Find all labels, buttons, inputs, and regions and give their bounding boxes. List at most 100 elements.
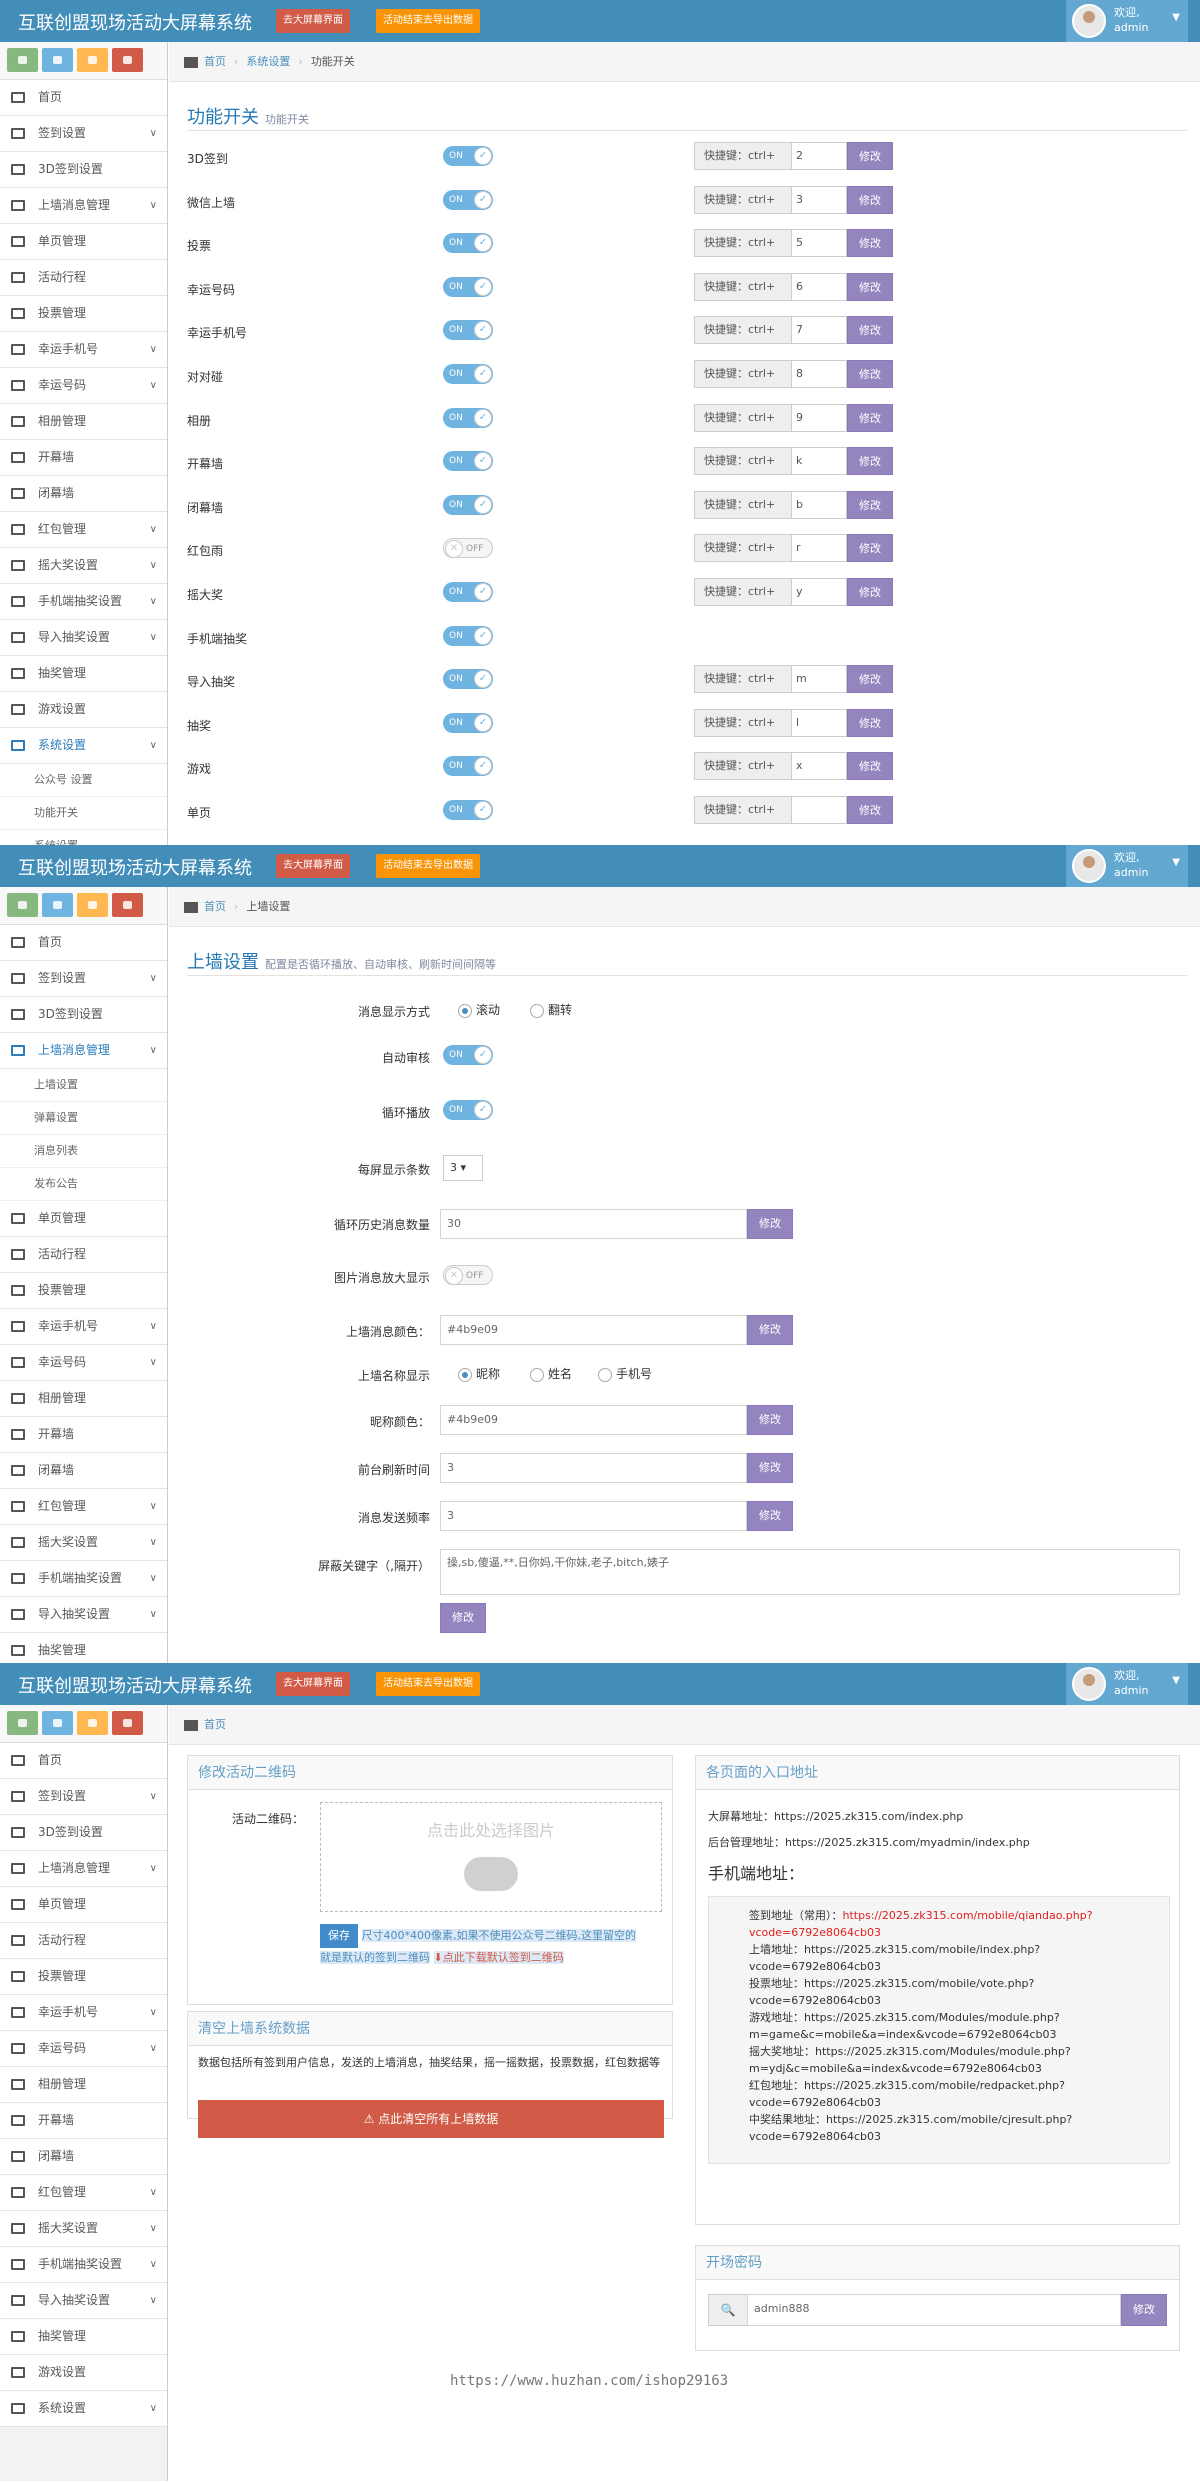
sidebar-item-luckynum[interactable]: 幸运号码 ∨ — [0, 368, 167, 404]
shortcut-input[interactable]: x — [791, 752, 847, 781]
sidebar-item-signin3d[interactable]: 3D签到设置 — [0, 1815, 167, 1851]
switch-toggle[interactable]: ON ✓ — [443, 669, 493, 690]
keywords-textarea[interactable]: 操,sb,傻逼,**,日你妈,干你妹,老子,bitch,婊子 — [440, 1549, 1180, 1595]
sidebar-item-phonelottery[interactable]: 手机端抽奖设置 ∨ — [0, 1561, 167, 1597]
sidebar-item-signin[interactable]: 签到设置 ∨ — [0, 1779, 167, 1815]
sidebar-item-single[interactable]: 单页管理 — [0, 224, 167, 260]
user-menu[interactable]: 欢迎, admin ▼ — [1066, 1663, 1188, 1705]
go-bigscreen-button[interactable]: 去大屏幕界面 — [276, 854, 350, 878]
history-input[interactable]: 30 — [440, 1209, 747, 1239]
users-icon[interactable] — [77, 893, 108, 917]
shortcut-input[interactable] — [791, 796, 847, 824]
shortcut-modify-button[interactable]: 修改 — [847, 360, 893, 388]
switch-toggle[interactable]: ON ✓ — [443, 800, 493, 820]
switch-toggle[interactable]: ON ✓ — [443, 233, 493, 254]
sidebar-item-single[interactable]: 单页管理 — [0, 1887, 167, 1923]
shortcut-input[interactable]: 9 — [791, 403, 847, 432]
name-display-realname[interactable]: 姓名 — [530, 1365, 572, 1382]
sidebar-item-closing[interactable]: 闭幕墙 — [0, 2139, 167, 2175]
cogs-icon[interactable] — [112, 893, 143, 917]
nick-color-input[interactable]: #4b9e09 — [440, 1405, 747, 1435]
user-menu[interactable]: 欢迎, admin ▼ — [1066, 845, 1188, 887]
sidebar-item-system[interactable]: 系统设置 ∨ — [0, 2391, 167, 2427]
shortcut-input[interactable]: 3 — [791, 185, 847, 214]
sidebar-item-opening[interactable]: 开幕墙 — [0, 2103, 167, 2139]
shortcut-input[interactable]: 8 — [791, 360, 847, 388]
sidebar-item-home[interactable]: 首页 — [0, 1743, 167, 1779]
per-screen-select[interactable]: 3 ▾ — [443, 1155, 483, 1181]
switch-toggle[interactable]: ON ✓ — [443, 494, 493, 515]
sidebar-subitem-danmaku[interactable]: 弹幕设置 — [0, 1102, 167, 1135]
sidebar-item-wall[interactable]: 上墙消息管理 ∨ — [0, 1033, 167, 1069]
sidebar-item-game[interactable]: 游戏设置 — [0, 692, 167, 728]
sidebar-item-opening[interactable]: 开幕墙 — [0, 1417, 167, 1453]
sidebar-subitem-messages[interactable]: 消息列表 — [0, 1135, 167, 1168]
sidebar-item-redpacket[interactable]: 红包管理 ∨ — [0, 2175, 167, 2211]
comment-icon[interactable] — [7, 893, 38, 917]
cogs-icon[interactable] — [112, 48, 143, 72]
user-menu[interactable]: 欢迎, admin ▼ — [1066, 0, 1188, 42]
breadcrumb-home[interactable]: 首页 — [204, 55, 226, 68]
sidebar-item-schedule[interactable]: 活动行程 — [0, 260, 167, 296]
switch-toggle[interactable]: ON ✓ — [443, 320, 493, 341]
sidebar-item-shake[interactable]: 摇大奖设置 ∨ — [0, 2211, 167, 2247]
mobile-url[interactable]: https://2025.zk315.com/mobile/index.php? — [804, 1943, 1040, 1956]
sidebar-item-schedule[interactable]: 活动行程 — [0, 1237, 167, 1273]
sidebar-subitem-wall-settings[interactable]: 上墙设置 — [0, 1069, 167, 1102]
sidebar-item-shake[interactable]: 摇大奖设置 ∨ — [0, 548, 167, 584]
shortcut-modify-button[interactable]: 修改 — [847, 534, 893, 563]
go-bigscreen-button[interactable]: 去大屏幕界面 — [276, 9, 350, 33]
nick-color-modify-button[interactable]: 修改 — [747, 1405, 793, 1435]
sidebar-item-single[interactable]: 单页管理 — [0, 1201, 167, 1237]
switch-toggle[interactable]: ON ✓ — [443, 582, 493, 602]
refresh-input[interactable]: 3 — [440, 1453, 747, 1483]
clear-data-button[interactable]: ⚠ 点此清空所有上墙数据 — [198, 2100, 664, 2138]
switch-toggle[interactable]: ON ✓ — [443, 451, 493, 472]
pencil-icon[interactable] — [42, 893, 73, 917]
shortcut-input[interactable]: y — [791, 578, 847, 606]
history-modify-button[interactable]: 修改 — [747, 1209, 793, 1239]
shortcut-modify-button[interactable]: 修改 — [847, 447, 893, 476]
pencil-icon[interactable] — [42, 48, 73, 72]
mobile-url[interactable]: vcode=6792e8064cb03 — [749, 1926, 881, 1939]
switch-toggle[interactable]: ON ✓ — [443, 189, 493, 210]
sidebar-item-phonelottery[interactable]: 手机端抽奖设置 ∨ — [0, 2247, 167, 2283]
display-mode-flip[interactable]: 翻转 — [530, 1001, 572, 1018]
sidebar-item-vote[interactable]: 投票管理 — [0, 1273, 167, 1309]
freq-modify-button[interactable]: 修改 — [747, 1501, 793, 1531]
password-input[interactable]: admin888 — [747, 2294, 1121, 2326]
qr-upload-area[interactable]: 点击此处选择图片 — [320, 1802, 662, 1912]
sidebar-item-album[interactable]: 相册管理 — [0, 2067, 167, 2103]
sidebar-item-home[interactable]: 首页 — [0, 80, 167, 116]
sidebar-subitem-system[interactable]: 系统设置 — [0, 830, 167, 845]
shortcut-modify-button[interactable]: 修改 — [847, 752, 893, 781]
shortcut-modify-button[interactable]: 修改 — [847, 665, 893, 694]
breadcrumb-system[interactable]: 系统设置 — [246, 55, 290, 68]
shortcut-input[interactable]: r — [791, 534, 847, 563]
shortcut-input[interactable]: 6 — [791, 272, 847, 301]
name-display-nickname[interactable]: 昵称 — [458, 1365, 500, 1382]
sidebar-subitem-notice[interactable]: 发布公告 — [0, 1168, 167, 1201]
sidebar-item-signin3d[interactable]: 3D签到设置 — [0, 997, 167, 1033]
sidebar-item-album[interactable]: 相册管理 — [0, 1381, 167, 1417]
export-data-button[interactable]: 活动结束去导出数据 — [376, 854, 480, 878]
sidebar-item-luckynum[interactable]: 幸运号码 ∨ — [0, 1345, 167, 1381]
mobile-url[interactable]: https://2025.zk315.com/Modules/module.ph… — [804, 2011, 1060, 2024]
shortcut-modify-button[interactable]: 修改 — [847, 578, 893, 606]
shortcut-modify-button[interactable]: 修改 — [847, 272, 893, 301]
sidebar-item-home[interactable]: 首页 — [0, 925, 167, 961]
sidebar-item-signin[interactable]: 签到设置 ∨ — [0, 961, 167, 997]
sidebar-item-schedule[interactable]: 活动行程 — [0, 1923, 167, 1959]
mobile-url[interactable]: https://2025.zk315.com/mobile/vote.php? — [804, 1977, 1034, 1990]
freq-input[interactable]: 3 — [440, 1501, 747, 1531]
users-icon[interactable] — [77, 1711, 108, 1735]
sidebar-item-lottery[interactable]: 抽奖管理 — [0, 656, 167, 692]
sidebar-item-phonelottery[interactable]: 手机端抽奖设置 ∨ — [0, 584, 167, 620]
mobile-url[interactable]: m=game&c=mobile&a=index&vcode=6792e8064c… — [749, 2028, 1057, 2041]
display-mode-scroll[interactable]: 滚动 — [458, 1001, 500, 1018]
export-data-button[interactable]: 活动结束去导出数据 — [376, 9, 480, 33]
msg-color-modify-button[interactable]: 修改 — [747, 1315, 793, 1345]
sidebar-item-game[interactable]: 游戏设置 — [0, 2355, 167, 2391]
sidebar-item-luckyphone[interactable]: 幸运手机号 ∨ — [0, 1309, 167, 1345]
refresh-modify-button[interactable]: 修改 — [747, 1453, 793, 1483]
